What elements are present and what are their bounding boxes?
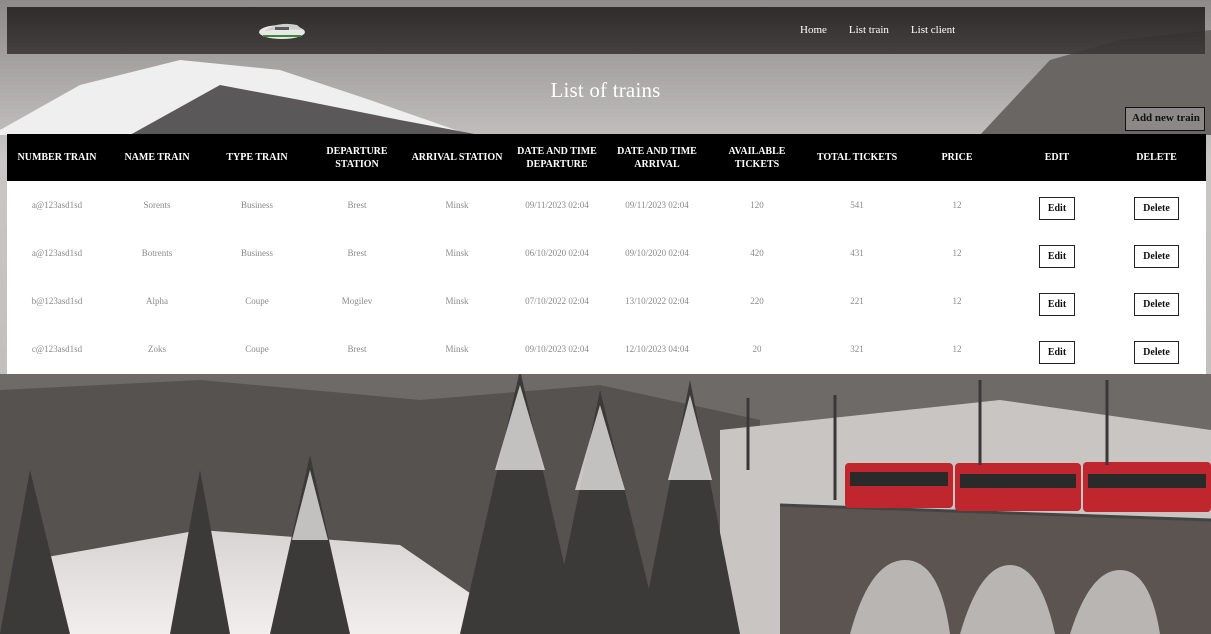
cell-type-train: Coupe (245, 344, 269, 354)
cell-name-train: Zoks (148, 344, 166, 354)
header-arrival-station: ARRIVAL STATION (411, 152, 503, 163)
cell-departure-datetime: 06/10/2020 02:04 (525, 248, 589, 258)
cell-number-train: b@123asd1sd (31, 296, 83, 306)
cell-price: 12 (952, 296, 962, 306)
table-row: c@123asd1sd Zoks Coupe Brest Minsk 09/10… (7, 325, 1206, 373)
nav-home-link[interactable]: Home (800, 24, 827, 36)
add-new-train-button[interactable]: Add new train (1125, 107, 1205, 131)
edit-button[interactable]: Edit (1038, 292, 1076, 316)
cell-delete: Delete (1107, 325, 1206, 373)
cell-number-train: a@123asd1sd (31, 200, 83, 210)
table-row: b@123asd1sd Alpha Coupe Mogilev Minsk 07… (7, 277, 1206, 325)
cell-delete: Delete (1107, 181, 1206, 229)
train-logo-icon[interactable] (257, 17, 307, 43)
header-total-tickets: TOTAL TICKETS (816, 152, 898, 163)
table-row: a@123asd1sd Sorents Business Brest Minsk… (7, 181, 1206, 229)
edit-button[interactable]: Edit (1038, 244, 1076, 268)
cell-edit: Edit (1007, 277, 1107, 325)
header-delete: DELETE (1136, 152, 1177, 163)
cell-price: 12 (952, 344, 962, 354)
delete-button[interactable]: Delete (1134, 292, 1179, 316)
header-available-tickets: AVAILABLE TICKETS (728, 145, 786, 170)
cell-name-train: Sorents (143, 200, 171, 210)
cell-edit: Edit (1007, 229, 1107, 277)
cell-available-tickets: 420 (750, 248, 764, 258)
header-arrival-datetime: DATE AND TIME ARRIVAL (617, 145, 697, 170)
header-number-train: NUMBER TRAIN (17, 152, 97, 163)
cell-departure-datetime: 09/10/2023 02:04 (525, 344, 589, 354)
cell-total-tickets: 431 (850, 248, 864, 258)
delete-button[interactable]: Delete (1134, 340, 1179, 364)
header-name-train: NAME TRAIN (124, 152, 190, 163)
trains-table-container: NUMBER TRAIN NAME TRAIN TYPE TRAIN DEPAR… (7, 134, 1206, 374)
trains-table: NUMBER TRAIN NAME TRAIN TYPE TRAIN DEPAR… (7, 134, 1206, 373)
edit-button[interactable]: Edit (1038, 196, 1076, 220)
cell-delete: Delete (1107, 229, 1206, 277)
cell-total-tickets: 221 (850, 296, 864, 306)
nav-links: Home List train List client (800, 24, 977, 36)
navbar: Home List train List client (7, 7, 1205, 54)
table-row: a@123asd1sd Botrents Business Brest Mins… (7, 229, 1206, 277)
cell-number-train: a@123asd1sd (31, 248, 83, 258)
cell-arrival-station: Minsk (445, 248, 469, 258)
cell-departure-datetime: 07/10/2022 02:04 (525, 296, 589, 306)
edit-button[interactable]: Edit (1038, 340, 1076, 364)
cell-name-train: Botrents (141, 248, 173, 258)
header-type-train: TYPE TRAIN (226, 152, 288, 163)
cell-available-tickets: 20 (752, 344, 762, 354)
cell-type-train: Coupe (245, 296, 269, 306)
cell-departure-station: Brest (347, 344, 367, 354)
cell-total-tickets: 541 (850, 200, 864, 210)
cell-arrival-datetime: 09/11/2023 02:04 (625, 200, 689, 210)
delete-button[interactable]: Delete (1134, 244, 1179, 268)
table-body: a@123asd1sd Sorents Business Brest Minsk… (7, 181, 1206, 373)
cell-arrival-datetime: 13/10/2022 02:04 (625, 296, 689, 306)
header-price: PRICE (941, 152, 973, 163)
nav-list-train-link[interactable]: List train (849, 24, 889, 36)
cell-arrival-datetime: 09/10/2020 02:04 (625, 248, 689, 258)
cell-departure-station: Brest (347, 248, 367, 258)
cell-arrival-station: Minsk (445, 344, 469, 354)
header-edit: EDIT (1044, 152, 1070, 163)
cell-name-train: Alpha (146, 296, 168, 306)
cell-edit: Edit (1007, 325, 1107, 373)
cell-price: 12 (952, 248, 962, 258)
cell-available-tickets: 120 (750, 200, 764, 210)
cell-departure-datetime: 09/11/2023 02:04 (525, 200, 589, 210)
cell-available-tickets: 220 (750, 296, 764, 306)
cell-arrival-station: Minsk (445, 296, 469, 306)
page-title: List of trains (550, 78, 661, 102)
header-departure-station: DEPARTURE STATION (326, 145, 388, 170)
cell-departure-station: Mogilev (341, 296, 373, 306)
cell-delete: Delete (1107, 277, 1206, 325)
nav-list-client-link[interactable]: List client (911, 24, 955, 36)
table-header: NUMBER TRAIN NAME TRAIN TYPE TRAIN DEPAR… (7, 134, 1206, 181)
cell-price: 12 (952, 200, 962, 210)
cell-type-train: Business (240, 248, 273, 258)
delete-button[interactable]: Delete (1134, 196, 1179, 220)
cell-type-train: Business (240, 200, 273, 210)
cell-total-tickets: 321 (850, 344, 864, 354)
cell-number-train: c@123asd1sd (31, 344, 83, 354)
cell-arrival-datetime: 12/10/2023 04:04 (625, 344, 689, 354)
cell-arrival-station: Minsk (445, 200, 469, 210)
cell-departure-station: Brest (347, 200, 367, 210)
cell-edit: Edit (1007, 181, 1107, 229)
header-departure-datetime: DATE AND TIME DEPARTURE (517, 145, 597, 170)
